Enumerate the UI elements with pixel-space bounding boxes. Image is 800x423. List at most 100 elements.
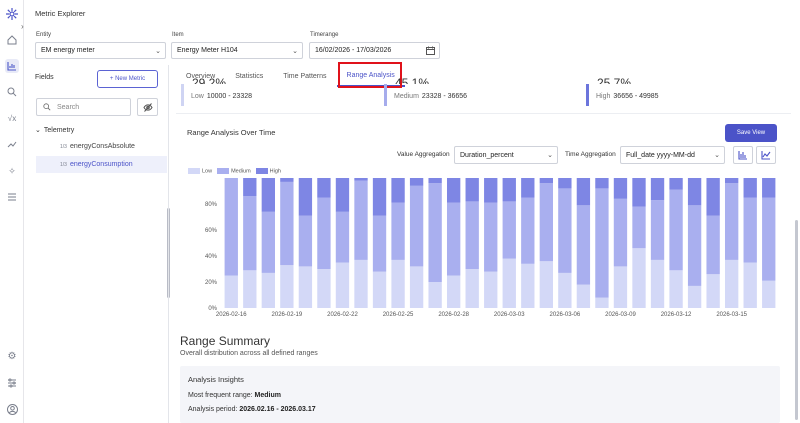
tab-time-patterns[interactable]: Time Patterns: [273, 65, 336, 87]
sliders-icon[interactable]: [5, 376, 19, 390]
bar-segment-medium: [632, 206, 646, 249]
bar-segment-medium: [261, 211, 275, 273]
analysis-period: Analysis period: 2026.02.16 - 2026.03.17: [188, 406, 316, 413]
bar-segment-low: [558, 272, 572, 308]
bar-segment-low: [502, 258, 516, 308]
value-aggregation-value: Duration_percent: [460, 151, 514, 159]
bar-segment-low: [243, 270, 257, 308]
legend-item-medium[interactable]: Medium: [217, 168, 251, 174]
y-tick-label: 80%: [205, 202, 218, 208]
search-input[interactable]: Search: [36, 98, 131, 116]
settings-icon[interactable]: ⚙: [5, 349, 19, 363]
bar-segment-high: [484, 178, 498, 203]
stat-low-range: 10000 - 23328: [206, 93, 252, 100]
bar-segment-high: [558, 178, 572, 189]
x-tick-label: 2026-03-15: [716, 312, 747, 318]
bar-segment-high: [428, 178, 442, 184]
value-aggregation-select[interactable]: Duration_percent ⌄: [454, 146, 558, 164]
telemetry-group[interactable]: ⌄ Telemetry: [35, 126, 74, 134]
bar-segment-medium: [446, 202, 461, 276]
timerange-value: 16/02/2026 - 17/03/2026: [315, 47, 392, 54]
bar-segment-high: [687, 178, 702, 206]
bar-segment-low: [465, 269, 479, 308]
bar-segment-low: [743, 262, 757, 308]
bar-segment-low: [762, 280, 776, 308]
chart-icon[interactable]: [5, 59, 19, 73]
bar-segment-low: [650, 259, 665, 308]
line-chart-toggle[interactable]: [756, 146, 776, 164]
logo-icon[interactable]: [5, 7, 19, 21]
bar-segment-low: [669, 270, 683, 308]
item-value: Energy Meter H104: [177, 47, 238, 54]
bar-segment-low: [539, 261, 553, 308]
legend-item-high[interactable]: High: [255, 168, 281, 174]
bar-segment-high: [502, 178, 516, 202]
home-icon[interactable]: [5, 33, 19, 47]
bar-chart-toggle[interactable]: [733, 146, 753, 164]
field-type-tag: 1/3: [60, 143, 67, 150]
sparkle-icon[interactable]: ✧: [5, 164, 19, 178]
bar-segment-high: [669, 178, 683, 190]
formula-icon[interactable]: √x: [5, 111, 19, 125]
x-tick-label: 2026-03-06: [550, 312, 581, 318]
bar-segment-low: [595, 297, 609, 308]
bar-segment-medium: [502, 201, 516, 259]
field-item-energy-consumption[interactable]: 1/3 energyConsumption: [36, 156, 167, 173]
chevron-down-icon: ⌄: [155, 48, 161, 55]
chevron-down-icon: ⌄: [547, 152, 553, 159]
trend-icon[interactable]: [5, 137, 19, 151]
bar-segment-high: [613, 178, 628, 199]
bar-segment-low: [298, 266, 313, 308]
bar-segment-low: [354, 259, 368, 308]
calendar-icon[interactable]: [426, 46, 435, 57]
bar-segment-medium: [243, 196, 257, 271]
save-view-button[interactable]: Save View: [725, 124, 777, 142]
main-scrollbar[interactable]: [795, 220, 798, 420]
new-metric-button[interactable]: + New Metric: [97, 70, 158, 88]
bar-segment-high: [280, 178, 294, 182]
chart-legend: Low Medium High: [188, 168, 281, 174]
entity-select[interactable]: EM energy meter ⌄: [35, 42, 166, 59]
bar-segment-low: [687, 285, 702, 308]
menu-icon[interactable]: [5, 190, 19, 204]
range-stacked-bar-chart: 0%20%40%60%80%2026-02-16 2026-02-19 2026-0…: [205, 178, 776, 318]
stat-high: 25.7% High 36656 - 49985: [586, 76, 659, 106]
bar-segment-medium: [372, 215, 387, 272]
stat-low: 29.2% Low 10000 - 23328: [181, 76, 252, 106]
bar-segment-high: [409, 178, 424, 186]
chevron-down-icon: ⌄: [714, 152, 720, 159]
user-icon[interactable]: [5, 402, 19, 416]
bar-segment-high: [317, 178, 331, 198]
bar-segment-high: [724, 178, 739, 184]
expand-rail-icon[interactable]: ›: [21, 22, 24, 31]
legend-item-low[interactable]: Low: [188, 168, 212, 174]
x-tick-label: 2026-02-25: [383, 312, 414, 318]
most-frequent-value: Medium: [254, 392, 281, 399]
bar-segment-low: [428, 282, 442, 308]
time-aggregation-value: Full_date yyyy-MM-dd: [626, 151, 695, 159]
value-aggregation-label: Value Aggregation: [397, 151, 450, 158]
time-aggregation-select[interactable]: Full_date yyyy-MM-dd ⌄: [620, 146, 725, 164]
timerange-picker[interactable]: 16/02/2026 - 17/03/2026: [309, 42, 440, 59]
stat-high-percent: 25.7%: [597, 76, 632, 84]
bar-segment-medium: [650, 200, 665, 260]
summary-subtitle: Overall distribution across all defined …: [180, 350, 318, 357]
fields-title: Fields: [35, 74, 54, 81]
field-item-label: energyConsAbsolute: [69, 143, 135, 150]
item-select[interactable]: Energy Meter H104 ⌄: [171, 42, 303, 59]
hide-fields-button[interactable]: [137, 98, 158, 116]
y-tick-label: 40%: [205, 254, 218, 260]
analysis-period-value: 2026.02.16 - 2026.03.17: [239, 406, 316, 413]
bar-segment-high: [576, 178, 591, 206]
summary-title: Range Summary: [180, 334, 271, 348]
telemetry-group-label: Telemetry: [43, 127, 75, 134]
search-icon[interactable]: [5, 85, 19, 99]
bar-segment-high: [465, 178, 479, 202]
bar-segment-high: [539, 178, 553, 184]
field-item-energy-cons-absolute[interactable]: 1/3 energyConsAbsolute: [36, 138, 167, 155]
field-type-tag: 1/3: [60, 161, 67, 168]
item-label: Item: [172, 32, 184, 38]
bar-segment-high: [706, 178, 720, 216]
x-tick-label: 2026-02-19: [272, 312, 303, 318]
bar-segment-medium: [595, 188, 609, 298]
